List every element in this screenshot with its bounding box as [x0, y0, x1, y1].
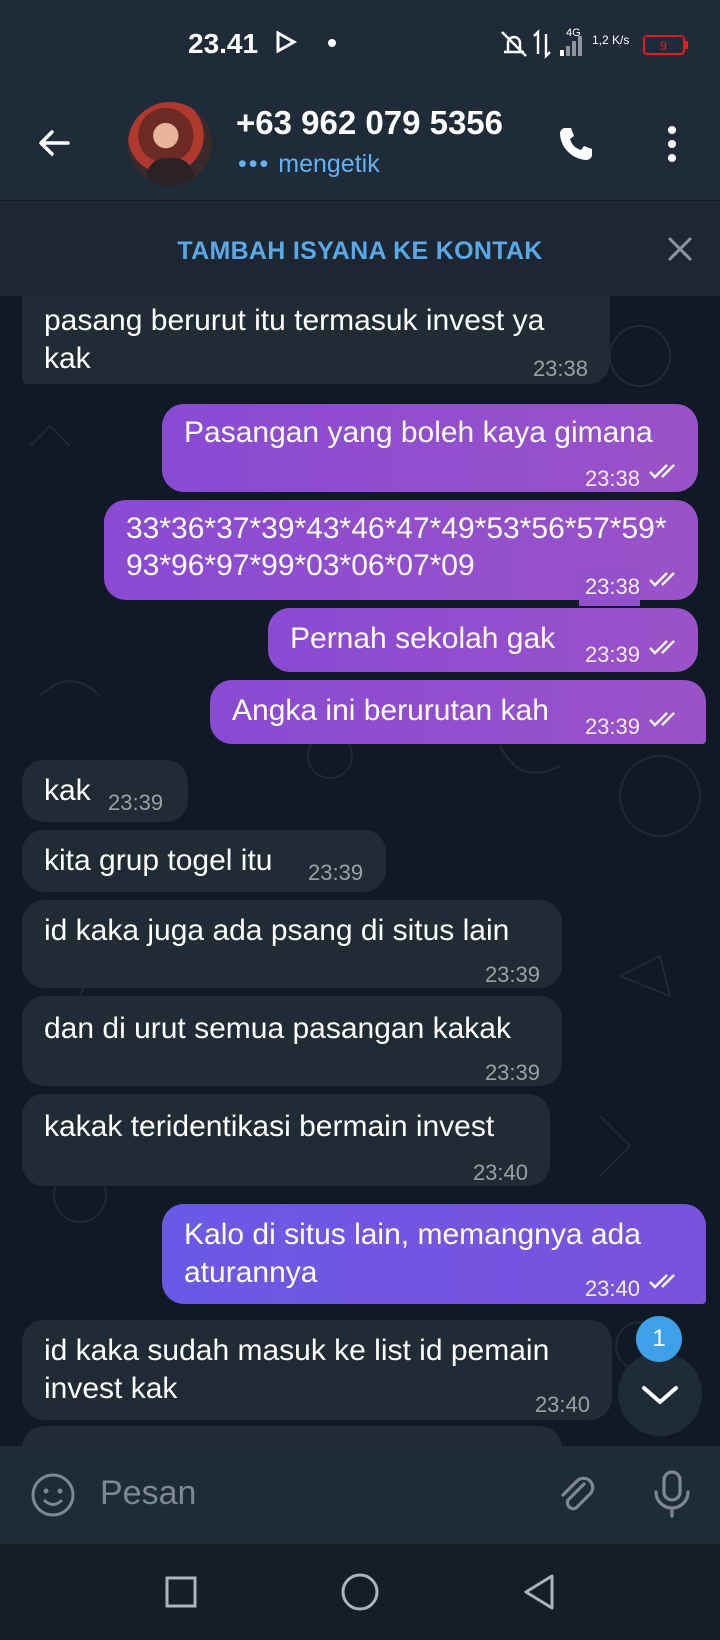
message-incoming[interactable]: dan di urut semua pasangan kakak 23:39: [22, 996, 562, 1086]
chat-header: +63 962 079 5356 ••• mengetik: [0, 90, 720, 200]
double-check-icon: [649, 712, 675, 727]
message-time: 23:39: [108, 790, 164, 815]
message-text: id kaka sudah masuk ke list id pemain in…: [44, 1334, 558, 1405]
message-time: 23:40: [584, 1276, 640, 1301]
message-outgoing[interactable]: Angka ini berurutan kah 23:39: [210, 680, 706, 744]
message-text: id kaka juga ada psang di situs lain: [44, 914, 510, 947]
notification-dot-icon: [328, 39, 336, 47]
speed-label: 1,2 K/s: [592, 33, 629, 47]
message-time: 23:38: [532, 356, 588, 381]
microphone-icon[interactable]: [650, 1468, 694, 1520]
network-label: 4G: [566, 27, 581, 39]
chevron-down-icon: [642, 1386, 678, 1404]
contact-name[interactable]: +63 962 079 5356: [236, 104, 524, 142]
system-nav-bar: [0, 1544, 720, 1640]
add-contact-button[interactable]: TAMBAH ISYANA KE KONTAK: [0, 237, 720, 266]
message-incoming[interactable]: id kaka juga ada psang di situs lain 23:…: [22, 900, 562, 988]
message-outgoing[interactable]: Kalo di situs lain, memangnya ada aturan…: [162, 1204, 706, 1304]
message-incoming[interactable]: kita grup togel itu 23:39: [22, 830, 386, 892]
mute-bell-icon: [501, 31, 527, 57]
double-check-icon: [649, 572, 675, 587]
back-arrow-icon[interactable]: [34, 123, 74, 163]
message-time: 23:40: [534, 1392, 590, 1417]
emoji-icon[interactable]: [30, 1472, 76, 1518]
phone-icon[interactable]: [556, 124, 596, 164]
message-time: 23:39: [584, 642, 640, 667]
message-time: 23:39: [584, 714, 640, 739]
status-bar: 23.41 4G 1,2 K/s 9: [0, 0, 720, 90]
paperclip-icon[interactable]: [554, 1472, 600, 1518]
message-outgoing[interactable]: Pasangan yang boleh kaya gimana 23:38: [162, 404, 698, 492]
message-time: 23:38: [578, 568, 640, 606]
double-check-icon: [649, 1274, 675, 1289]
message-outgoing[interactable]: Pernah sekolah gak 23:39: [268, 608, 698, 672]
double-check-icon: [649, 640, 675, 655]
add-contact-banner: TAMBAH ISYANA KE KONTAK: [0, 200, 720, 297]
message-text: pasang berurut itu termasuk invest ya ka…: [44, 304, 553, 375]
message-incoming[interactable]: pasang berurut itu termasuk invest ya ka…: [22, 296, 610, 384]
signal-icon: [560, 36, 582, 56]
message-time: 23:39: [484, 1060, 540, 1085]
message-time: 23:39: [308, 860, 364, 885]
message-outgoing[interactable]: 33*36*37*39*43*46*47*49*53*56*57*59*93*9…: [104, 500, 698, 606]
message-text: dan di urut semua pasangan kakak: [44, 1012, 511, 1045]
scroll-down-button[interactable]: [618, 1352, 702, 1436]
data-transfer-icon: [533, 29, 551, 59]
recents-square-icon[interactable]: [165, 1576, 197, 1608]
message-incoming[interactable]: kakak teridentikasi bermain invest 23:40: [22, 1094, 550, 1186]
avatar[interactable]: [128, 102, 212, 186]
back-triangle-icon[interactable]: [520, 1572, 560, 1612]
battery-icon: 9: [643, 35, 688, 55]
typing-status: ••• mengetik: [238, 150, 380, 178]
status-time: 23.41: [188, 28, 259, 59]
message-time: 23:39: [484, 962, 540, 987]
battery-level: 9: [660, 39, 667, 53]
unread-badge: 1: [636, 1316, 682, 1362]
message-time: 23:40: [472, 1160, 528, 1185]
home-circle-icon[interactable]: [340, 1572, 380, 1612]
close-icon[interactable]: [666, 235, 694, 263]
typing-dots-icon: •••: [238, 150, 271, 178]
message-incoming-partial[interactable]: [22, 1426, 562, 1446]
message-input[interactable]: Pesan: [100, 1474, 196, 1513]
message-text: kakak teridentikasi bermain invest: [44, 1110, 495, 1143]
status-icons: 4G 1,2 K/s 9: [501, 27, 688, 59]
message-time: 23:38: [584, 466, 640, 491]
double-check-icon: [649, 464, 675, 479]
message-text: Pasangan yang boleh kaya gimana: [184, 416, 653, 449]
play-icon: [276, 31, 297, 53]
message-input-bar: Pesan: [0, 1446, 720, 1544]
message-incoming[interactable]: id kaka sudah masuk ke list id pemain in…: [22, 1320, 612, 1420]
more-vert-icon[interactable]: [660, 122, 684, 166]
message-incoming[interactable]: kak 23:39: [22, 760, 188, 822]
message-list[interactable]: pasang berurut itu termasuk invest ya ka…: [0, 296, 720, 1446]
